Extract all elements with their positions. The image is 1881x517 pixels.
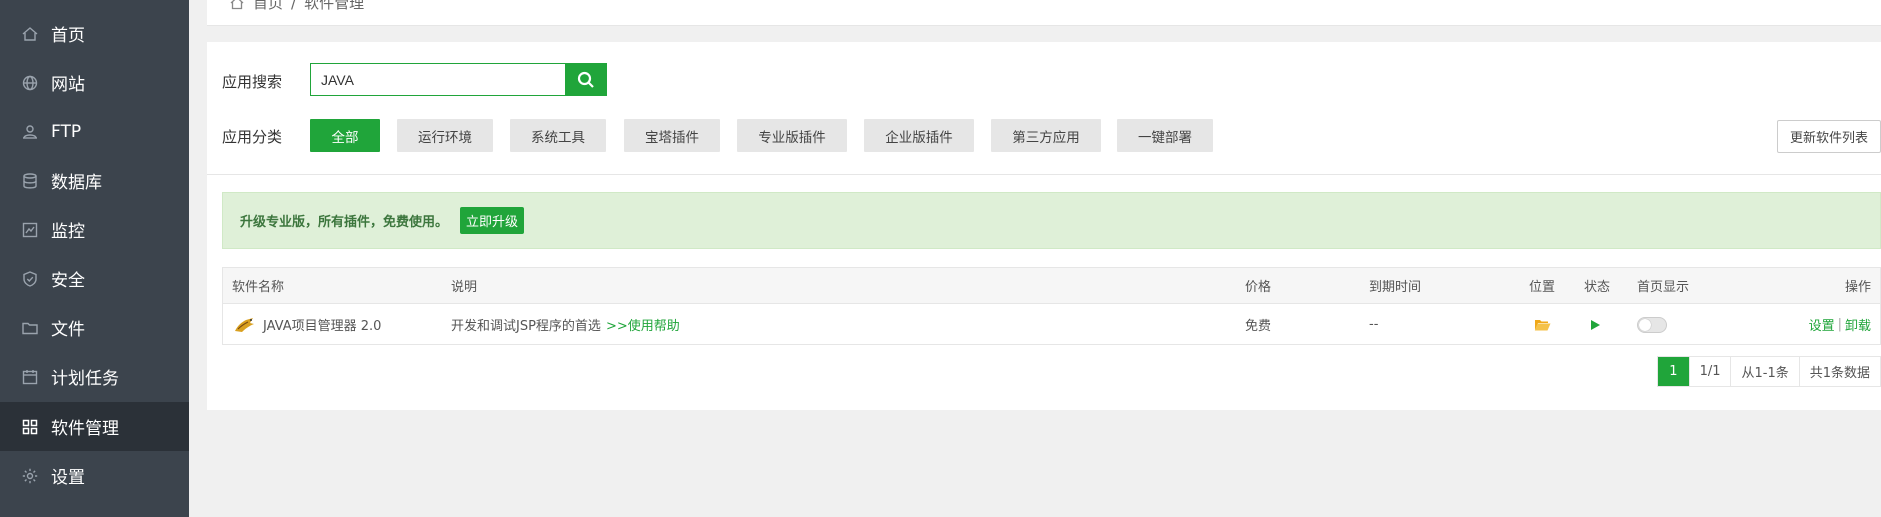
sidebar-item-label: 设置	[51, 468, 85, 488]
pagination: 1 1/1 从1-1条 共1条数据	[1657, 356, 1881, 387]
col-price-header: 价格	[1245, 280, 1272, 295]
sidebar-item-label: FTP	[51, 121, 82, 142]
category-bt-plugins[interactable]: 宝塔插件	[624, 119, 720, 152]
price-cell: 免费	[1245, 319, 1272, 334]
sidebar-item-cron[interactable]: 计划任务	[0, 352, 189, 401]
category-system-tools[interactable]: 系统工具	[510, 119, 606, 152]
grid-icon	[21, 418, 39, 436]
sidebar-item-label: 计划任务	[51, 369, 119, 389]
search-button[interactable]	[565, 63, 607, 96]
upgrade-notice: 升级专业版，所有插件，免费使用。 立即升级	[222, 192, 1881, 249]
sidebar-item-database[interactable]: 数据库	[0, 156, 189, 205]
search-input[interactable]	[310, 63, 565, 96]
search-icon	[576, 70, 596, 90]
sidebar-item-ftp[interactable]: FTP	[0, 107, 189, 156]
col-location-header: 位置	[1529, 280, 1556, 295]
folder-icon	[21, 319, 39, 337]
shield-icon	[21, 270, 39, 288]
sidebar-item-label: 安全	[51, 271, 85, 291]
col-expire-header: 到期时间	[1369, 280, 1422, 295]
sidebar-item-label: 网站	[51, 75, 85, 95]
software-name-cell: JAVA项目管理器 2.0	[232, 304, 381, 345]
col-status-header: 状态	[1584, 280, 1611, 295]
page-range: 从1-1条	[1731, 357, 1800, 386]
category-one-click-deploy[interactable]: 一键部署	[1117, 119, 1213, 152]
globe-icon	[21, 74, 39, 92]
actions-cell: 设置 | 卸载	[1809, 304, 1871, 345]
sidebar-item-label: 监控	[51, 222, 85, 242]
monitor-icon	[21, 221, 39, 239]
software-table: 软件名称 说明 价格 到期时间 位置 状态 首页显示 操作 JAVA项目管理器 …	[222, 267, 1881, 345]
col-homepage-header: 首页显示	[1637, 280, 1690, 295]
category-runtime[interactable]: 运行环境	[397, 119, 493, 152]
category-third-party[interactable]: 第三方应用	[991, 119, 1101, 152]
refresh-list-button[interactable]: 更新软件列表	[1777, 120, 1881, 153]
settings-link[interactable]: 设置	[1809, 315, 1835, 334]
software-desc: 开发和调试JSP程序的首选	[451, 319, 601, 334]
software-desc-cell: 开发和调试JSP程序的首选 >>使用帮助	[451, 304, 680, 345]
category-enterprise-plugins[interactable]: 企业版插件	[864, 119, 974, 152]
breadcrumb-separator: /	[291, 0, 297, 12]
software-name: JAVA项目管理器 2.0	[263, 319, 382, 334]
col-actions-header: 操作	[1844, 280, 1871, 295]
main-panel: 应用搜索 应用分类 全部 运行环境 系统工具 宝塔插件 专业版插件 企业版插件 …	[207, 42, 1881, 410]
sidebar-item-monitor[interactable]: 监控	[0, 205, 189, 254]
sidebar-item-label: 文件	[51, 320, 85, 340]
home-icon	[21, 25, 39, 43]
homepage-toggle[interactable]	[1637, 316, 1667, 333]
ftp-icon	[21, 123, 39, 141]
sidebar-item-website[interactable]: 网站	[0, 58, 189, 107]
uninstall-link[interactable]: 卸载	[1845, 315, 1871, 334]
upgrade-button[interactable]: 立即升级	[460, 207, 525, 234]
java-logo-icon	[232, 316, 256, 334]
notice-text: 升级专业版，所有插件，免费使用。	[240, 215, 449, 230]
sidebar-item-software[interactable]: 软件管理	[0, 402, 189, 451]
help-link[interactable]: >>使用帮助	[606, 315, 680, 334]
sidebar-item-home[interactable]: 首页	[0, 9, 189, 58]
page-total: 共1条数据	[1809, 366, 1870, 381]
category-pro-plugins[interactable]: 专业版插件	[737, 119, 847, 152]
category-all[interactable]: 全部	[310, 119, 380, 152]
divider	[207, 174, 1881, 175]
page-count: 1/1	[1690, 357, 1732, 386]
search-label: 应用搜索	[222, 73, 283, 91]
open-folder-icon[interactable]	[1534, 318, 1551, 332]
table-row: JAVA项目管理器 2.0 开发和调试JSP程序的首选 >>使用帮助 免费 --…	[223, 304, 1880, 345]
sidebar-item-security[interactable]: 安全	[0, 254, 189, 303]
category-label: 应用分类	[222, 128, 283, 146]
location-cell	[1534, 304, 1551, 345]
play-icon[interactable]	[1589, 319, 1601, 331]
expire-cell: --	[1369, 317, 1379, 332]
page-current[interactable]: 1	[1658, 357, 1690, 386]
sidebar-item-files[interactable]: 文件	[0, 303, 189, 352]
gear-icon	[21, 467, 39, 485]
breadcrumb-home[interactable]: 首页	[253, 0, 283, 13]
calendar-icon	[21, 368, 39, 386]
sidebar-item-label: 首页	[51, 26, 85, 46]
breadcrumb-current: 软件管理	[304, 0, 365, 12]
table-header: 软件名称 说明 价格 到期时间 位置 状态 首页显示 操作	[223, 268, 1880, 304]
sidebar: 首页 网站 FTP 数据库 监控 安全 文件 计划任务 软件管理 设置	[0, 0, 189, 517]
homepage-cell	[1637, 304, 1667, 345]
sidebar-item-label: 数据库	[51, 173, 102, 193]
breadcrumb: 首页 / 软件管理	[229, 0, 364, 13]
sidebar-item-label: 软件管理	[51, 419, 119, 439]
status-cell	[1589, 304, 1601, 345]
col-name-header: 软件名称	[232, 280, 285, 295]
breadcrumb-bar: 首页 / 软件管理	[207, 0, 1881, 26]
database-icon	[21, 172, 39, 190]
col-desc-header: 说明	[451, 280, 478, 295]
action-separator: |	[1837, 317, 1842, 332]
home-icon	[229, 0, 245, 11]
sidebar-item-settings[interactable]: 设置	[0, 451, 189, 500]
